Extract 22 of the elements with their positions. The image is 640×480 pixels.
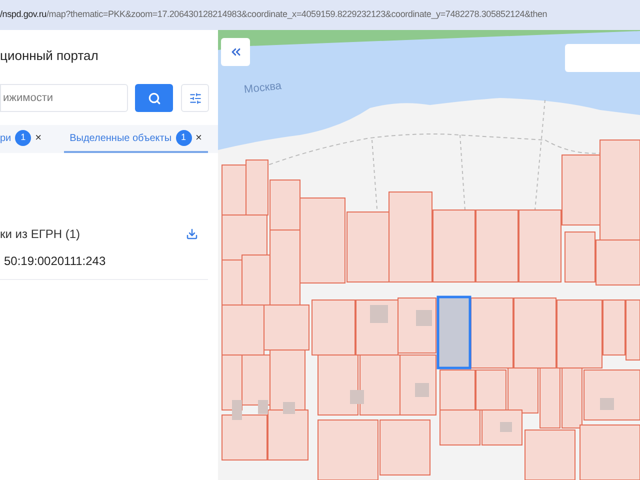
search-icon — [148, 92, 160, 104]
cadastral-number[interactable]: 50:19:0020111:243 — [0, 252, 208, 280]
section-title: ки из ЕГРН (1) — [0, 226, 80, 243]
filter-button[interactable] — [181, 84, 209, 112]
count-badge: 1 — [15, 130, 32, 146]
search-field[interactable]: ижимости — [0, 84, 128, 112]
tab[interactable]: ри 1 × — [0, 125, 42, 153]
tab-label: Выделенные объекты — [70, 132, 172, 146]
search-button[interactable] — [135, 84, 173, 112]
tab-close[interactable]: × — [35, 130, 42, 146]
filter-icon — [188, 92, 202, 104]
collapse-button[interactable] — [221, 38, 250, 66]
download-icon[interactable] — [186, 228, 198, 240]
address-bar[interactable]: /nspd.gov.ru/map?thematic=PKK&zoom=17.206430128214983&coordinate_x=4059159.8229232123&coordinate_y=7482278.305852124&then — [0, 0, 640, 30]
tab[interactable]: Выделенные объекты 1 × — [64, 125, 208, 153]
tab-close[interactable]: × — [196, 130, 202, 146]
count-badge: 1 — [176, 130, 192, 146]
tab-label: ри — [0, 132, 12, 146]
url-path: /map?thematic=PKK&zoom=17.206430128214983&coordinate_x=4059159.8229232123&coordinate_y=7482278.305852124&then — [46, 8, 548, 22]
url-host: /nspd.gov.ru — [0, 8, 46, 22]
river-label: Москва — [243, 79, 282, 98]
portal-title: ционный портал — [0, 47, 100, 65]
